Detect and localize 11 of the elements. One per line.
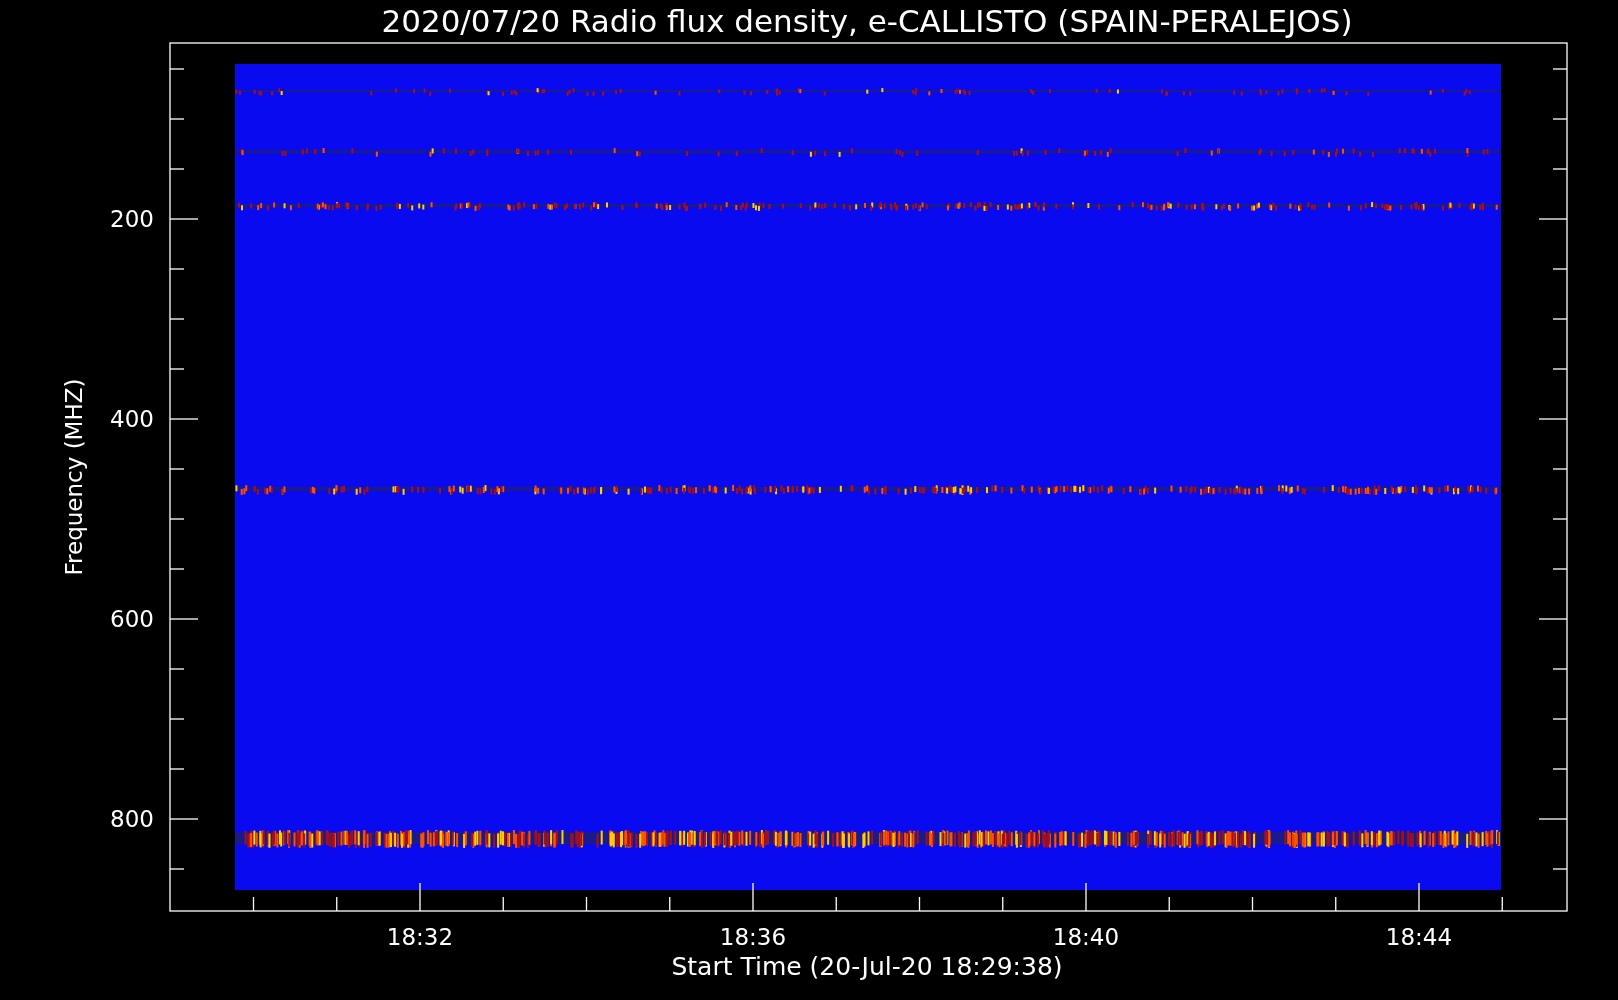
y-tick-label: 200 (110, 206, 154, 232)
y-tick-label: 400 (110, 406, 154, 432)
plot-title: 2020/07/20 Radio flux density, e-CALLISTO (SPAIN-PERALEJOS) (381, 3, 1353, 39)
y-tick-label: 800 (110, 806, 154, 832)
x-tick-label: 18:44 (1385, 924, 1453, 950)
y-axis-label: Frequency (MHZ) (61, 378, 87, 576)
y-tick-label: 600 (110, 606, 154, 632)
x-axis-label: Start Time (20-Jul-20 18:29:38) (671, 952, 1063, 981)
x-tick-label: 18:36 (719, 924, 787, 950)
x-tick-label: 18:32 (386, 924, 454, 950)
x-tick-label: 18:40 (1052, 924, 1120, 950)
